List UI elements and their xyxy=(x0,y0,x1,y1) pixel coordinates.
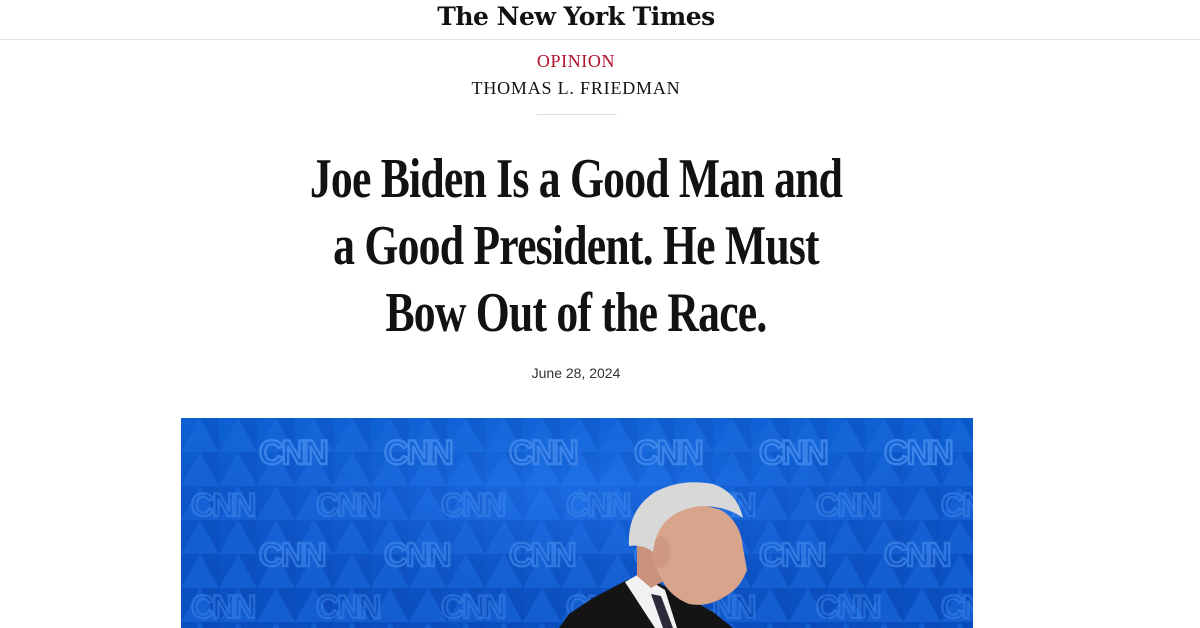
cnn-backdrop-logo: CNN xyxy=(384,434,452,472)
cnn-backdrop-logo: CNN xyxy=(884,536,950,573)
publish-date: June 28, 2024 xyxy=(531,365,621,381)
cnn-backdrop-logo: CNN xyxy=(816,589,879,625)
cnn-backdrop-logo: CNN xyxy=(259,536,325,573)
lead-photo-illustration: CNNCNNCNNCNNCNNCNNCNNCNNCNNCNNCNNCNNCNNC… xyxy=(181,418,973,628)
cnn-backdrop-logo: CNN xyxy=(816,487,879,523)
article-headline: Joe Biden Is a Good Man and a Good Presi… xyxy=(309,148,843,344)
cnn-backdrop-logo: CNN xyxy=(441,589,504,625)
header-divider xyxy=(537,114,617,115)
cnn-backdrop-logo: CNN xyxy=(634,434,702,472)
cnn-backdrop-logo: CNN xyxy=(759,536,825,573)
cnn-backdrop-logo: CNN xyxy=(566,487,629,523)
nyt-logo[interactable]: The New York Times xyxy=(0,2,1152,31)
cnn-backdrop-logo: CNN xyxy=(441,487,504,523)
cnn-backdrop-logo: CNN xyxy=(941,589,973,625)
cnn-backdrop-logo: CNN xyxy=(259,434,327,472)
cnn-backdrop-logo: CNN xyxy=(941,487,973,523)
cnn-backdrop-logo: CNN xyxy=(316,487,379,523)
cnn-backdrop-logo: CNN xyxy=(884,434,952,472)
lead-photo: CNNCNNCNNCNNCNNCNNCNNCNNCNNCNNCNNCNNCNNC… xyxy=(181,418,973,628)
cnn-backdrop-logo: CNN xyxy=(384,536,450,573)
author-byline[interactable]: THOMAS L. FRIEDMAN xyxy=(0,78,1152,99)
cnn-backdrop-logo: CNN xyxy=(316,589,379,625)
masthead: The New York Times xyxy=(0,0,1200,40)
cnn-backdrop-logo: CNN xyxy=(191,589,254,625)
cnn-backdrop-logo: CNN xyxy=(191,487,254,523)
cnn-backdrop-logo: CNN xyxy=(759,434,827,472)
cnn-backdrop-logo: CNN xyxy=(509,536,575,573)
cnn-backdrop-logo: CNN xyxy=(509,434,577,472)
section-kicker[interactable]: OPINION xyxy=(0,51,1152,72)
